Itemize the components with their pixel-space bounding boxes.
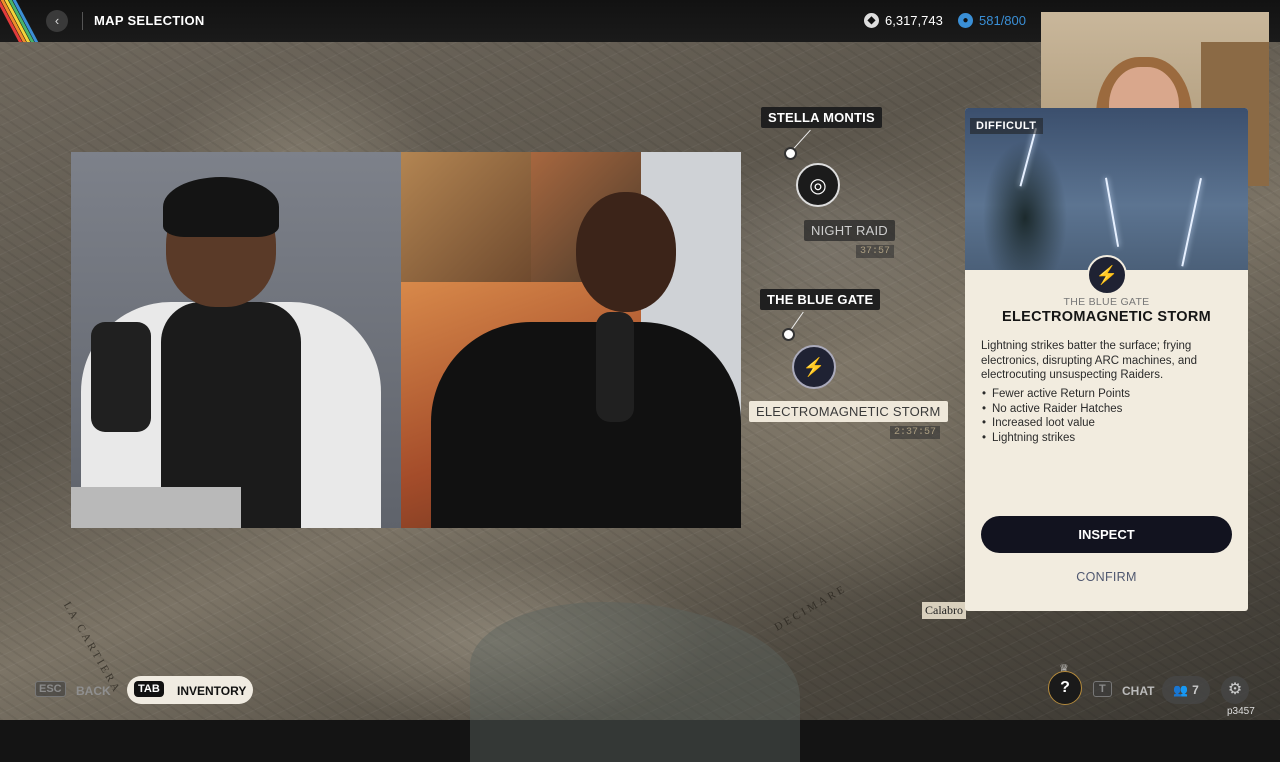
panel-description: Lightning strikes batter the surface; fr… [981,340,1198,382]
coin-icon: ◆ [864,13,879,28]
condition-detail-panel: DIFFICULT ⚡ THE BLUE GATE ELECTROMAGNETI… [965,108,1248,611]
condition-label-electromagnetic-storm: ELECTROMAGNETIC STORM [749,401,948,422]
lightning-icon: ⚡ [1095,265,1119,285]
effect-item: Lightning strikes [981,432,1231,447]
watermark: p3457 [1227,706,1255,717]
inspect-button[interactable]: INSPECT [981,516,1232,553]
inventory-button[interactable]: TAB INVENTORY [127,676,253,704]
condition-badge: ⚡ [1087,255,1127,295]
location-label-blue-gate[interactable]: THE BLUE GATE [760,289,881,310]
back-hint[interactable]: BACK [76,684,111,698]
location-dot-blue-gate[interactable] [782,328,795,341]
tab-key-hint: TAB [134,681,164,697]
night-raid-icon: ◎ [809,174,827,197]
party-count: 7 [1192,683,1199,697]
currency-capacity: ● 581/800 [958,13,1026,28]
party-button[interactable]: 👥 7 [1162,676,1210,704]
inventory-label: INVENTORY [177,684,247,698]
title-divider [82,12,83,30]
timer-night-raid: 37:57 [856,245,895,258]
gear-icon: ⚙ [1227,681,1243,698]
location-dot-stella-montis[interactable] [784,147,797,160]
page-title: MAP SELECTION [94,13,205,28]
currency-coins: ◆ 6,317,743 [864,13,943,28]
esc-key-hint: ESC [35,681,66,697]
difficulty-label: DIFFICULT [970,118,1043,134]
chat-key-hint: T [1093,681,1112,697]
location-label-stella-montis[interactable]: STELLA MONTIS [761,107,882,128]
timer-electromagnetic-storm: 2:37:57 [890,426,941,439]
brand-stripes [0,0,44,42]
effect-item: Increased loot value [981,417,1231,432]
lightning-icon: ⚡ [802,356,826,377]
party-icon: 👥 [1173,683,1189,697]
electromagnetic-storm-marker[interactable]: ⚡ [792,345,836,389]
effects-list: Fewer active Return Points No active Rai… [981,388,1231,447]
night-raid-marker[interactable]: ◎ [796,163,840,207]
chevron-left-icon: ‹ [54,13,60,28]
effect-item: No active Raider Hatches [981,403,1231,418]
effect-item: Fewer active Return Points [981,388,1231,403]
capacity-value: 581/800 [979,13,1026,28]
settings-button[interactable]: ⚙ [1221,676,1249,704]
coins-value: 6,317,743 [885,13,943,28]
confirm-button[interactable]: CONFIRM [981,564,1232,590]
map-legend-title: Calabro [922,602,966,619]
capacity-icon: ● [958,13,973,28]
video-overlay-main [71,152,741,528]
chat-button[interactable]: CHAT [1122,684,1154,698]
panel-title: ELECTROMAGNETIC STORM [1001,309,1212,325]
back-button[interactable]: ‹ [46,10,68,32]
panel-location: THE BLUE GATE [1063,296,1150,308]
help-button[interactable]: ? [1048,671,1082,705]
condition-label-night-raid: NIGHT RAID [804,220,895,241]
